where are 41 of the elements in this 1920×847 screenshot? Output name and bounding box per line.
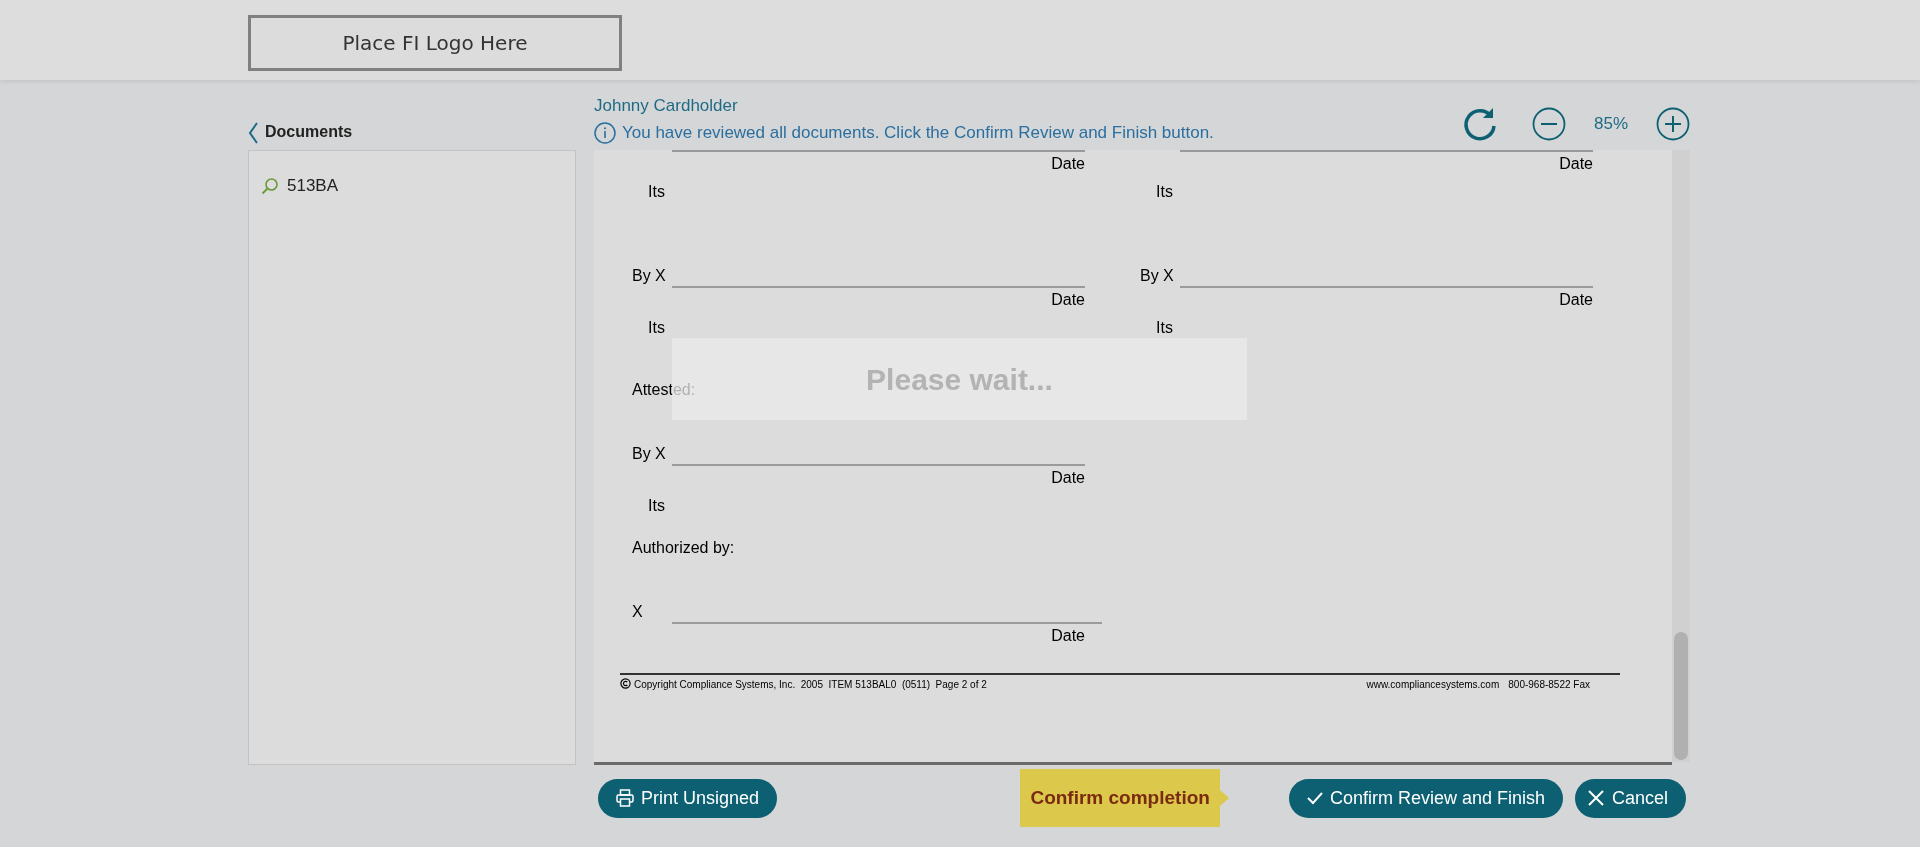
zoom-level: 85% bbox=[1593, 113, 1629, 136]
date-label: Date bbox=[1051, 469, 1085, 486]
logo-text: Place FI Logo Here bbox=[342, 30, 528, 57]
title-label: Its bbox=[648, 497, 665, 514]
scrollbar-thumb[interactable] bbox=[1674, 632, 1688, 760]
date-label: Date bbox=[1559, 291, 1593, 308]
confirm-button[interactable]: Confirm Review and Finish bbox=[1288, 778, 1563, 818]
website-text: www.compliancesystems.com bbox=[1366, 679, 1500, 690]
date-label: Date bbox=[1051, 627, 1085, 644]
copyright-icon bbox=[620, 678, 631, 689]
zoom-out-icon[interactable] bbox=[1532, 107, 1566, 141]
close-icon bbox=[1586, 789, 1605, 807]
section-label: Authorized by: bbox=[632, 539, 735, 556]
date-label: Date bbox=[1559, 155, 1593, 172]
signature-label: By X bbox=[1140, 266, 1175, 286]
signature-label: By X bbox=[632, 266, 667, 286]
print-button[interactable]: Print Unsigned bbox=[598, 778, 778, 818]
section-label: Attested: bbox=[632, 381, 696, 398]
date-label: Date bbox=[1051, 291, 1085, 308]
title-label: Its bbox=[648, 319, 665, 336]
sidebar-title: Documents bbox=[265, 122, 353, 142]
search-icon bbox=[261, 176, 279, 195]
document-link[interactable]: 513BA bbox=[287, 173, 339, 199]
cardholder-name: Johnny Cardholder bbox=[594, 96, 739, 116]
info-message: You have reviewed all documents. Click the Confirm Review and Finish button. bbox=[622, 122, 1214, 144]
copyright-text: Copyright Compliance Systems, Inc. 2005 ITEM 513BAL0 (0511) Page 2 of 2 bbox=[620, 677, 987, 692]
title-label: Its bbox=[648, 183, 665, 200]
back-icon[interactable] bbox=[248, 122, 259, 144]
signature-label: By X bbox=[632, 444, 667, 464]
title-label: Its bbox=[1156, 183, 1173, 200]
completion-tooltip: Confirm completion bbox=[1020, 769, 1220, 827]
title-label: Its bbox=[1156, 319, 1173, 336]
zoom-in-icon[interactable] bbox=[1656, 107, 1690, 141]
date-label: Date bbox=[1051, 155, 1085, 172]
info-icon bbox=[594, 121, 616, 144]
signature-label: X bbox=[632, 602, 644, 622]
cancel-button[interactable]: Cancel bbox=[1574, 778, 1686, 818]
tooltip-arrow bbox=[1219, 790, 1229, 806]
fax-number: 800-968-8522 Fax bbox=[1508, 679, 1590, 690]
check-icon bbox=[1306, 791, 1323, 805]
printer-icon bbox=[616, 789, 634, 807]
